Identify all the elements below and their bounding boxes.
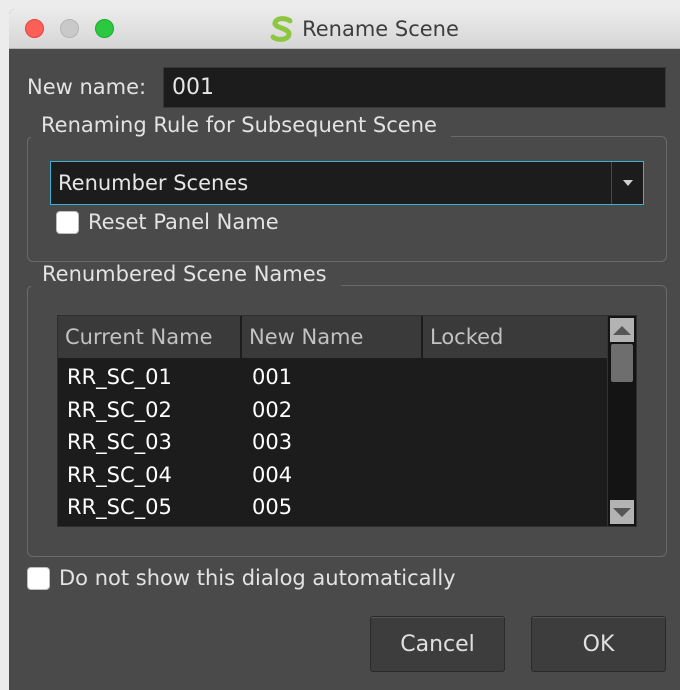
renumbered-scenes-group-title: Renumbered Scene Names — [28, 262, 341, 286]
new-name-label: New name: — [27, 75, 147, 99]
table-row[interactable]: RR_SC_03 003 — [58, 426, 607, 459]
renaming-rule-selected: Renumber Scenes — [58, 171, 249, 195]
new-name-cell: 003 — [252, 430, 293, 455]
table-row[interactable]: RR_SC_01 001 — [58, 361, 607, 394]
rename-scene-dialog: Rename Scene New name: Renaming Rule for… — [9, 9, 680, 690]
scroll-up-button[interactable] — [610, 318, 634, 342]
renaming-rule-group-title: Renaming Rule for Subsequent Scene — [27, 113, 451, 137]
scrollbar-thumb[interactable] — [611, 344, 633, 382]
ok-button[interactable]: OK — [531, 616, 666, 672]
window-title: Rename Scene — [302, 16, 459, 41]
arrow-up-icon — [613, 325, 631, 335]
current-name-cell: RR_SC_05 — [67, 495, 172, 520]
new-name-cell: 001 — [252, 365, 293, 390]
storyboard-pro-logo-icon — [270, 15, 293, 42]
reset-panel-name-label: Reset Panel Name — [88, 210, 279, 234]
table-row[interactable]: RR_SC_04 004 — [58, 459, 607, 492]
cancel-button[interactable]: Cancel — [370, 616, 505, 672]
renaming-rule-dropdown[interactable]: Renumber Scenes — [50, 161, 644, 205]
new-name-cell: 005 — [252, 495, 293, 520]
column-header-locked[interactable]: Locked — [423, 316, 607, 358]
dont-show-dialog-checkbox[interactable] — [27, 567, 50, 590]
window-title-group: Rename Scene — [9, 9, 680, 48]
table-row[interactable]: RR_SC_05 005 — [58, 491, 607, 524]
chevron-down-icon — [622, 180, 633, 186]
current-name-cell: RR_SC_04 — [67, 462, 172, 487]
new-name-cell: 004 — [252, 462, 293, 487]
current-name-cell: RR_SC_02 — [67, 397, 172, 422]
table-header: Current Name New Name Locked — [58, 316, 607, 358]
current-name-cell: RR_SC_01 — [67, 365, 172, 390]
scene-names-table: Current Name New Name Locked RR_SC_01 00… — [57, 315, 637, 527]
arrow-down-icon — [613, 507, 631, 517]
column-header-current-name[interactable]: Current Name — [58, 316, 242, 358]
table-body: RR_SC_01 001 RR_SC_02 002 RR_SC_03 003 R… — [58, 361, 607, 524]
table-scrollbar[interactable] — [607, 316, 636, 526]
column-header-new-name[interactable]: New Name — [242, 316, 423, 358]
reset-panel-name-checkbox[interactable] — [56, 211, 79, 234]
current-name-cell: RR_SC_03 — [67, 430, 172, 455]
scroll-down-button[interactable] — [610, 500, 634, 524]
dont-show-dialog-label: Do not show this dialog automatically — [59, 566, 456, 590]
dropdown-arrow-button[interactable] — [611, 162, 643, 204]
title-bar[interactable]: Rename Scene — [9, 9, 680, 49]
new-name-cell: 002 — [252, 397, 293, 422]
new-name-input[interactable] — [163, 67, 666, 108]
table-row[interactable]: RR_SC_02 002 — [58, 394, 607, 427]
